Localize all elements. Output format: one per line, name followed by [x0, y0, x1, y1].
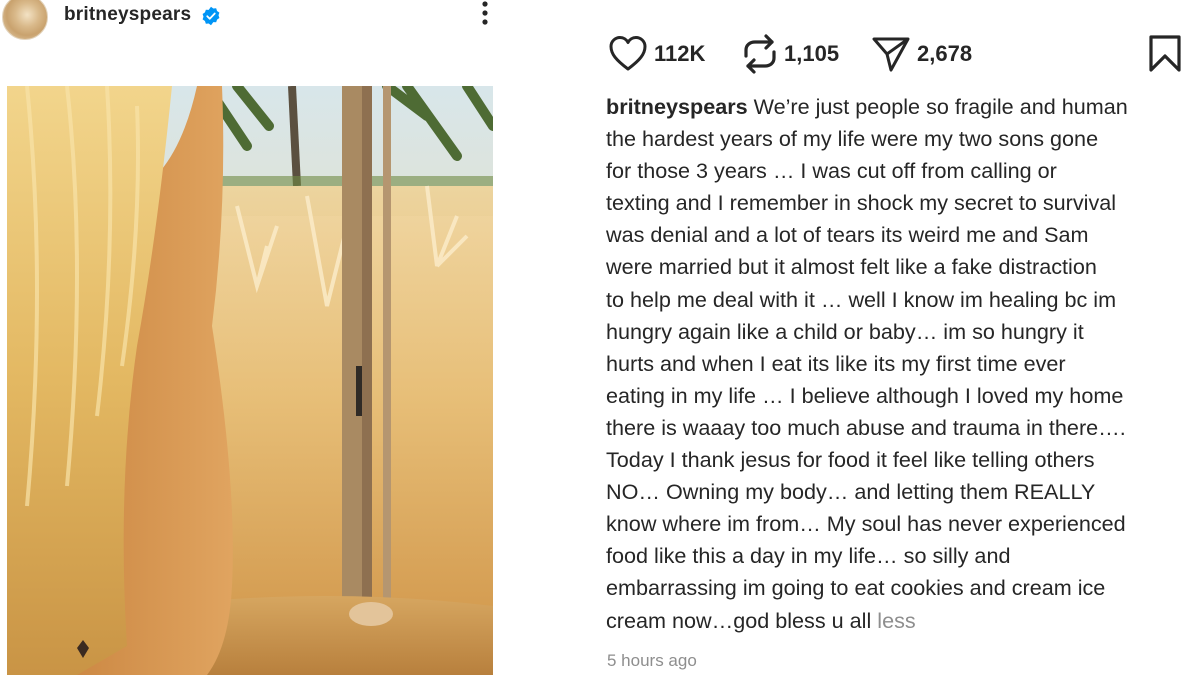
reposts-count[interactable]: 1,105 [784, 41, 839, 67]
caption-line: eating in my life … I believe although I… [606, 382, 1124, 408]
caption-line: We’re just people so fragile and human [753, 94, 1128, 119]
post-caption: britneyspears We’re just people so fragi… [606, 91, 1196, 637]
likes-count[interactable]: 112K [654, 41, 705, 67]
caption-last-line: cream now…god bless u all less [606, 605, 1196, 637]
post-username[interactable]: britneyspears [64, 4, 191, 26]
caption-line: was denial and a lot of tears its weird … [606, 222, 1089, 248]
save-action[interactable] [1148, 34, 1182, 74]
caption-username[interactable]: britneyspears [606, 94, 748, 119]
caption-line: food like this a day in my life… so sill… [606, 543, 1011, 569]
caption-first-line: britneyspears We’re just people so fragi… [606, 91, 1196, 123]
post-timestamp[interactable]: 5 hours ago [607, 651, 697, 671]
avatar[interactable] [2, 0, 48, 40]
post-header: britneyspears [0, 0, 560, 40]
caption-line: embarrassing im going to eat cookies and… [606, 575, 1106, 601]
heart-icon[interactable] [608, 34, 648, 74]
post-image[interactable] [7, 86, 493, 675]
verified-badge-icon [202, 6, 220, 26]
less-link[interactable]: less [877, 608, 915, 633]
caption-line: the hardest years of my life were my two… [606, 126, 1099, 152]
like-action[interactable]: 112K [608, 34, 705, 74]
send-icon[interactable] [871, 34, 911, 74]
caption-line: hurts and when I eat its like its my fir… [606, 350, 1066, 376]
caption-line: were married but it almost felt like a f… [606, 254, 1097, 280]
caption-line: know where im from… My soul has never ex… [606, 511, 1126, 537]
bookmark-icon[interactable] [1148, 34, 1182, 74]
caption-line: cream now…god bless u all [606, 607, 872, 633]
caption-line: there is waaay too much abuse and trauma… [606, 414, 1126, 440]
caption-line: hungry again like a child or baby… im so… [606, 318, 1084, 344]
caption-line: texting and I remember in shock my secre… [606, 190, 1117, 216]
caption-line: for those 3 years … I was cut off from c… [606, 158, 1057, 184]
caption-line: to help me deal with it … well I know im… [606, 286, 1117, 312]
share-action[interactable]: 2,678 [871, 34, 972, 74]
caption-line: Today I thank jesus for food it feel lik… [606, 447, 1095, 473]
repost-icon[interactable] [742, 34, 778, 74]
repost-action[interactable]: 1,105 [742, 34, 839, 74]
caption-line: NO… Owning my body… and letting them REA… [606, 479, 1096, 505]
post-actions: 112K 1,105 2,678 [608, 34, 1188, 74]
more-vertical-icon[interactable] [473, 0, 497, 30]
post-image-illustration [7, 86, 493, 675]
shares-count[interactable]: 2,678 [917, 41, 972, 67]
